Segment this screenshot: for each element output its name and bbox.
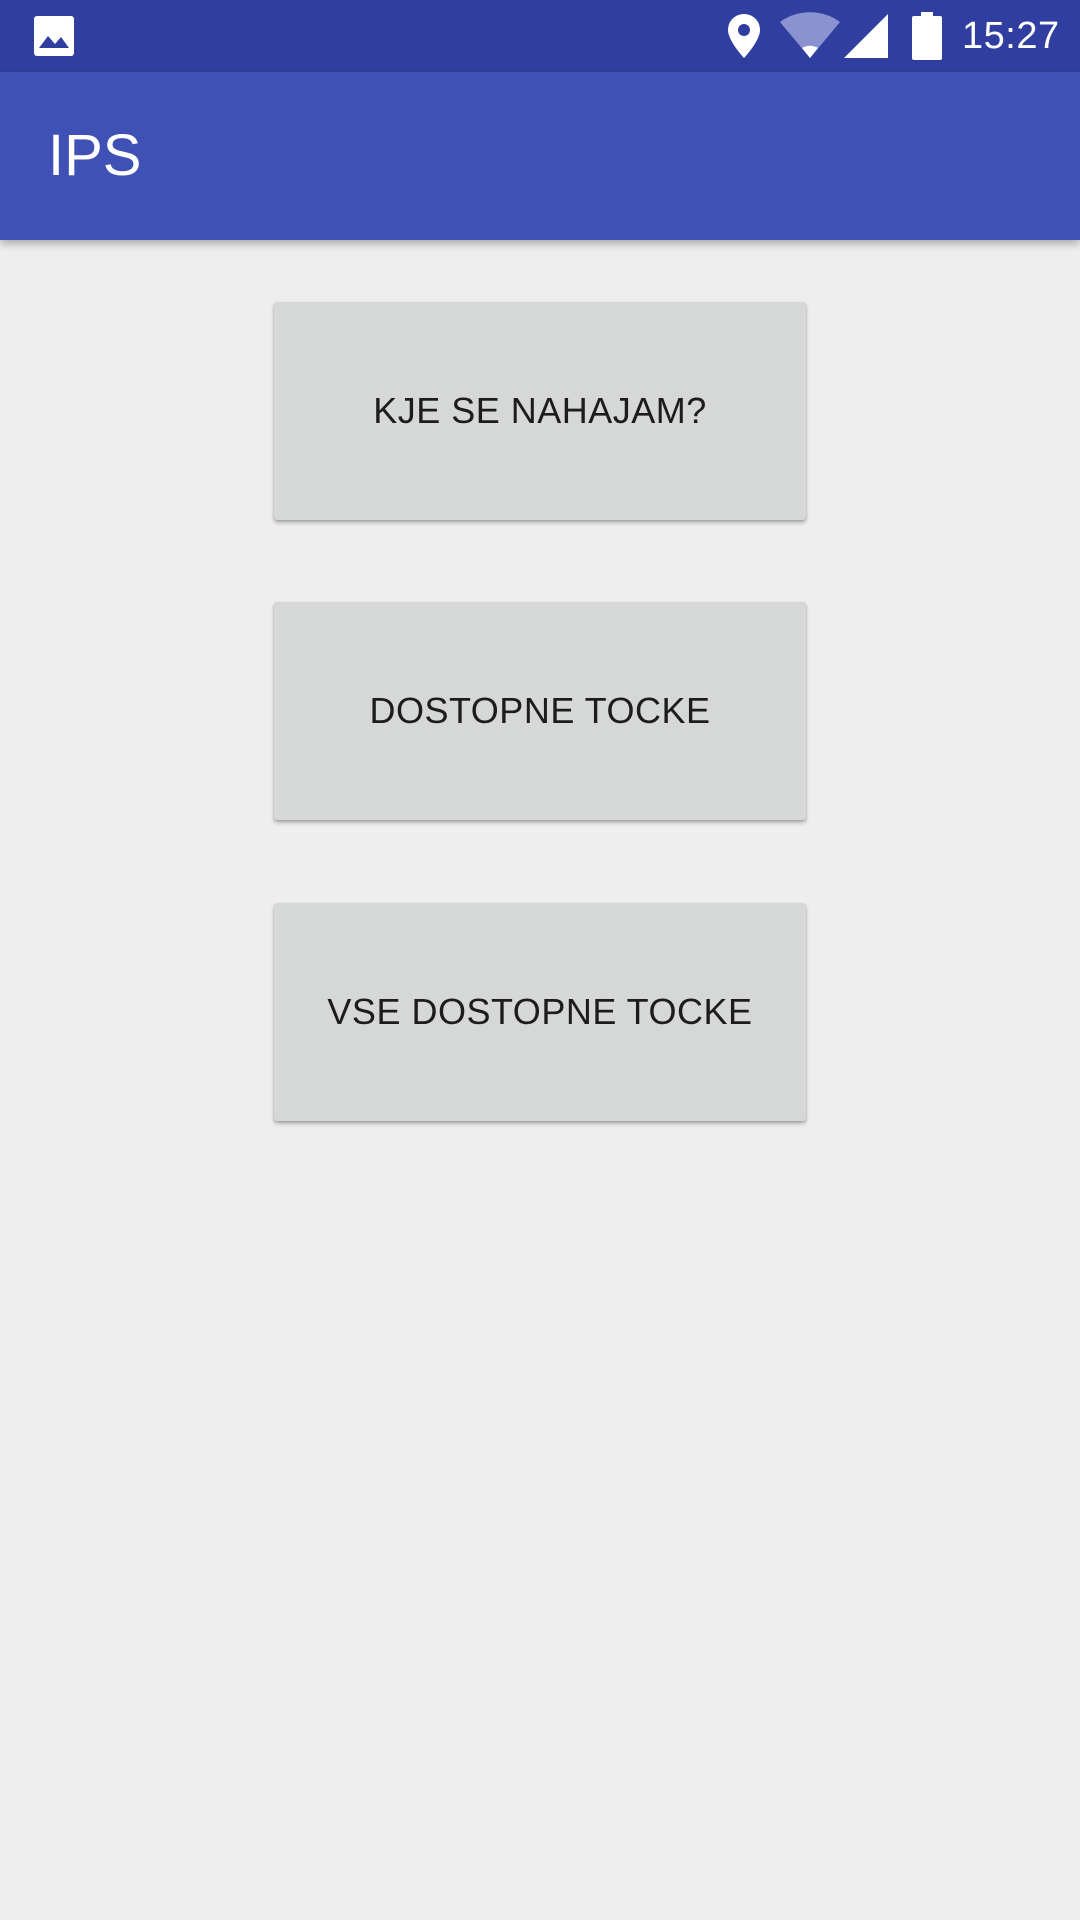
- available-points-button[interactable]: DOSTOPNE TOCKE: [274, 602, 806, 820]
- app-bar: IPS: [0, 72, 1080, 240]
- where-am-i-button[interactable]: KJE SE NAHAJAM?: [274, 302, 806, 520]
- all-available-points-button[interactable]: VSE DOSTOPNE TOCKE: [274, 903, 806, 1121]
- cell-signal-icon: [844, 14, 888, 58]
- image-icon: [34, 16, 74, 56]
- battery-icon: [912, 12, 942, 60]
- app-title: IPS: [48, 123, 142, 188]
- status-time: 15:27: [962, 15, 1060, 57]
- wifi-icon: [780, 12, 840, 58]
- location-pin-icon: [728, 14, 760, 58]
- status-bar: 15:27: [0, 0, 1080, 72]
